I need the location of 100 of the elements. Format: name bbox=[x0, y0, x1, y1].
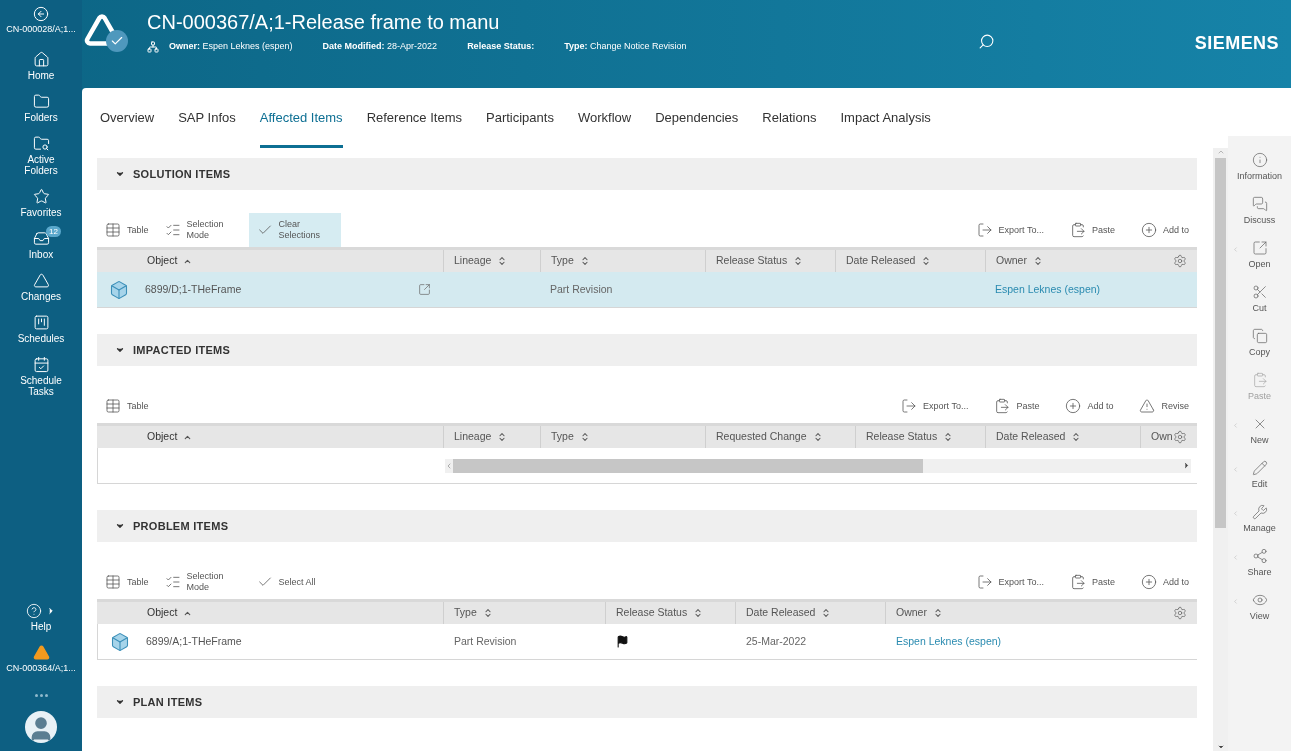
toolbar-button[interactable]: Selection Mode bbox=[156, 213, 249, 247]
rail-button[interactable]: Open bbox=[1228, 234, 1291, 278]
rail-button[interactable]: Cut bbox=[1228, 278, 1291, 322]
toolbar-button[interactable]: Table bbox=[97, 565, 157, 599]
sort-icon[interactable] bbox=[943, 432, 954, 442]
column-header[interactable]: Type bbox=[551, 253, 574, 269]
column-header[interactable]: Date Released bbox=[846, 253, 916, 269]
column-header[interactable]: Type bbox=[454, 605, 477, 621]
scroll-right-icon[interactable] bbox=[1182, 461, 1191, 470]
rail-button[interactable]: Edit bbox=[1228, 454, 1291, 498]
rail-button[interactable]: Discuss bbox=[1228, 190, 1291, 234]
rail-button[interactable]: Share bbox=[1228, 542, 1291, 586]
nav-item[interactable]: Changes bbox=[2, 266, 80, 308]
tab[interactable]: Impact Analysis bbox=[840, 107, 931, 148]
nav-item[interactable]: Home bbox=[2, 45, 80, 87]
tab[interactable]: Reference Items bbox=[366, 107, 462, 148]
rail-button[interactable]: Copy bbox=[1228, 322, 1291, 366]
owner-link[interactable]: Espen Leknes (espen) bbox=[896, 633, 1002, 650]
toolbar-button[interactable]: Add to bbox=[1057, 389, 1122, 423]
section-header[interactable]: PLAN ITEMS bbox=[97, 686, 1197, 718]
help-button[interactable]: Help bbox=[26, 597, 56, 638]
toolbar-button[interactable]: Table bbox=[97, 389, 157, 423]
sort-icon[interactable] bbox=[921, 256, 932, 266]
nav-item[interactable]: 12 Inbox bbox=[2, 224, 80, 266]
sort-icon[interactable] bbox=[693, 608, 704, 618]
toolbar-button[interactable]: Export To... bbox=[968, 565, 1052, 599]
column-header[interactable]: Own bbox=[1151, 429, 1173, 445]
toolbar-button[interactable]: Paste bbox=[1061, 213, 1123, 247]
rail-button[interactable]: View bbox=[1228, 586, 1291, 630]
recent-item[interactable]: CN-000364/A;1... bbox=[2, 638, 80, 680]
settings-icon[interactable] bbox=[1173, 430, 1187, 444]
nav-item[interactable]: Schedules bbox=[2, 308, 80, 350]
column-header[interactable]: Type bbox=[551, 429, 574, 445]
tab[interactable]: Participants bbox=[486, 107, 554, 148]
rail-button[interactable]: New bbox=[1228, 410, 1291, 454]
column-header[interactable]: Date Released bbox=[746, 605, 816, 621]
rail-button[interactable]: Manage bbox=[1228, 498, 1291, 542]
sort-icon[interactable] bbox=[497, 432, 508, 442]
tab[interactable]: Dependencies bbox=[655, 107, 739, 148]
toolbar-button[interactable]: Export To... bbox=[893, 389, 977, 423]
sort-icon[interactable] bbox=[579, 432, 590, 442]
column-header[interactable]: Owner bbox=[896, 605, 927, 621]
submenu-caret-icon bbox=[1232, 246, 1239, 253]
toolbar-button[interactable]: Clear Selections bbox=[248, 213, 341, 247]
toolbar-button[interactable]: Add to bbox=[1132, 565, 1197, 599]
nav-item[interactable]: Active Folders bbox=[2, 129, 80, 182]
column-header[interactable]: Date Released bbox=[996, 429, 1066, 445]
section-header[interactable]: IMPACTED ITEMS bbox=[97, 334, 1197, 366]
section-header[interactable]: PROBLEM ITEMS bbox=[97, 510, 1197, 542]
tab[interactable]: Relations bbox=[762, 107, 817, 148]
nav-item[interactable]: Folders bbox=[2, 87, 80, 129]
column-header[interactable]: Requested Change bbox=[716, 429, 807, 445]
sort-icon[interactable] bbox=[821, 608, 832, 618]
back-button[interactable]: CN-000028/A;1... bbox=[1, 6, 81, 35]
section-header[interactable]: SOLUTION ITEMS bbox=[97, 158, 1197, 190]
toolbar-button[interactable]: Table bbox=[97, 213, 157, 247]
toolbar-button[interactable]: Revise bbox=[1131, 389, 1197, 423]
sort-icon[interactable] bbox=[1071, 432, 1082, 442]
settings-icon[interactable] bbox=[1173, 254, 1187, 268]
folder-search-icon bbox=[32, 135, 50, 152]
nav-item[interactable]: Schedule Tasks bbox=[2, 350, 80, 403]
vertical-scrollbar[interactable] bbox=[1213, 148, 1228, 751]
sort-icon[interactable] bbox=[482, 608, 493, 618]
sort-icon[interactable] bbox=[793, 256, 804, 266]
column-header[interactable]: Release Status bbox=[866, 429, 938, 445]
avatar[interactable] bbox=[25, 711, 57, 743]
toolbar-button[interactable]: Export To... bbox=[968, 213, 1052, 247]
rail-button[interactable]: Information bbox=[1228, 146, 1291, 190]
toolbar-button[interactable]: Selection Mode bbox=[156, 565, 249, 599]
column-header[interactable]: Object bbox=[147, 429, 178, 445]
tab[interactable]: SAP Infos bbox=[178, 107, 236, 148]
scroll-down-icon[interactable] bbox=[1216, 743, 1225, 751]
sort-icon[interactable] bbox=[579, 256, 590, 266]
triangle-icon bbox=[32, 272, 50, 289]
tab[interactable]: Workflow bbox=[577, 107, 632, 148]
toolbar-button[interactable]: Paste bbox=[1061, 565, 1123, 599]
toolbar-button[interactable]: Paste bbox=[986, 389, 1048, 423]
table-row[interactable]: 6899/A;1-THeFrame Part Revision 25-Mar-2022 Espen Leknes (espen) bbox=[97, 624, 1197, 660]
tab[interactable]: Overview bbox=[100, 107, 155, 148]
column-header[interactable]: Release Status bbox=[616, 605, 688, 621]
toolbar-button[interactable]: Select All bbox=[248, 565, 324, 599]
tab[interactable]: Affected Items bbox=[259, 107, 343, 148]
open-icon[interactable] bbox=[418, 283, 431, 296]
sort-icon[interactable] bbox=[1032, 256, 1043, 266]
sort-icon[interactable] bbox=[497, 256, 508, 266]
column-header[interactable]: Lineage bbox=[454, 429, 492, 445]
column-header[interactable]: Owner bbox=[996, 253, 1027, 269]
column-header[interactable]: Object bbox=[147, 253, 178, 269]
table-row[interactable]: 6899/D;1-THeFrame Part Revision Espen Leknes (espen) bbox=[97, 272, 1197, 308]
settings-icon[interactable] bbox=[1173, 606, 1187, 620]
scroll-left-icon[interactable] bbox=[445, 461, 453, 470]
sort-icon[interactable] bbox=[932, 608, 943, 618]
horizontal-scrollbar[interactable] bbox=[445, 458, 1191, 473]
toolbar-button[interactable]: Add to bbox=[1132, 213, 1197, 247]
nav-item[interactable]: Favorites bbox=[2, 182, 80, 224]
sort-icon[interactable] bbox=[812, 432, 823, 442]
column-header[interactable]: Lineage bbox=[454, 253, 492, 269]
column-header[interactable]: Release Status bbox=[716, 253, 788, 269]
search-icon[interactable] bbox=[977, 33, 995, 50]
column-header[interactable]: Object bbox=[147, 605, 178, 621]
